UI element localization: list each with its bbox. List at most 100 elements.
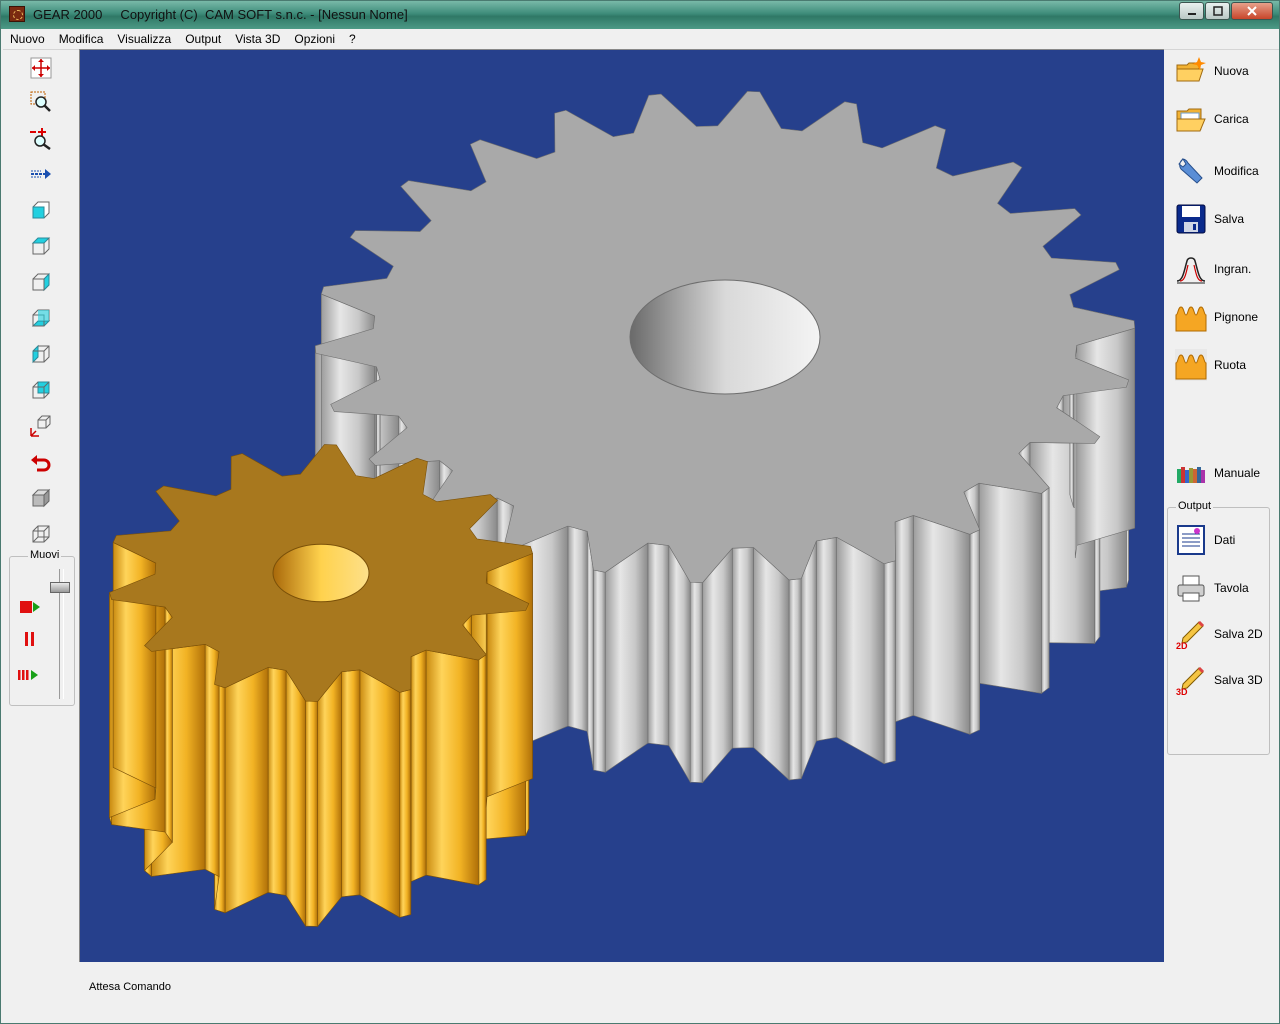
view-back-button[interactable]	[29, 378, 53, 402]
modifica-button[interactable]: Modifica	[1174, 151, 1274, 191]
svg-text:3D: 3D	[1176, 687, 1188, 696]
gear-side-face	[668, 544, 691, 784]
maximize-icon	[1212, 6, 1223, 16]
gear-side-face	[978, 482, 1042, 694]
wheel-icon	[1175, 349, 1207, 381]
gear-side-face	[317, 670, 342, 928]
ruota-label: Ruota	[1214, 358, 1247, 372]
zoom-window-button[interactable]	[29, 90, 53, 114]
menu-nuovo[interactable]: Nuovo	[3, 29, 52, 49]
view-iso-axes-icon	[30, 415, 51, 437]
view-front-button[interactable]	[29, 198, 53, 222]
gear-side-face	[788, 578, 802, 781]
salva-2d-button[interactable]: 2D Salva 2D	[1174, 614, 1274, 654]
pignone-button[interactable]: Pignone	[1174, 297, 1274, 337]
salva-2d-label: Salva 2D	[1214, 627, 1263, 641]
rotate-back-button[interactable]	[29, 450, 53, 474]
speed-slider-thumb[interactable]	[50, 582, 70, 593]
gear-side-face	[593, 569, 606, 773]
fast-forward-button[interactable]	[16, 663, 40, 687]
gear-side-face	[816, 536, 837, 742]
nuova-label: Nuova	[1214, 64, 1249, 78]
play-icon	[20, 601, 40, 613]
tavola-label: Tavola	[1214, 581, 1249, 595]
pan-button[interactable]	[29, 56, 53, 80]
view-right-button[interactable]	[29, 270, 53, 294]
gear-side-face	[285, 669, 306, 928]
app-gear-icon[interactable]	[9, 6, 25, 22]
gear-side-face	[836, 536, 885, 765]
menu-vista-3d[interactable]: Vista 3D	[228, 29, 287, 49]
gear-side-face	[702, 547, 733, 784]
view-back-icon	[32, 381, 50, 399]
gear-side-face	[267, 667, 287, 896]
gear-side-face	[883, 560, 896, 765]
gear-side-face	[425, 649, 479, 886]
menu-output[interactable]: Output	[178, 29, 228, 49]
wireframe-cube-button[interactable]	[29, 522, 53, 546]
salva-3d-label: Salva 3D	[1214, 673, 1263, 687]
shaded-cube-button[interactable]	[29, 486, 53, 510]
view-bottom-button[interactable]	[29, 306, 53, 330]
pan-icon	[30, 57, 52, 79]
gear-side-face	[341, 669, 361, 898]
view-right-icon	[32, 272, 50, 292]
minimize-icon	[1187, 13, 1196, 15]
zoom-in-out-icon	[30, 128, 51, 150]
dati-button[interactable]: Dati	[1174, 520, 1274, 560]
status-text: Attesa Comando	[89, 981, 171, 993]
close-button[interactable]	[1231, 2, 1273, 20]
rotate-back-icon	[31, 455, 51, 472]
ingran-button[interactable]: Ingran.	[1174, 249, 1274, 289]
nuova-button[interactable]: Nuova	[1174, 51, 1274, 91]
gear-side-face	[359, 669, 401, 918]
tooth-profile-icon	[1176, 257, 1206, 284]
view-iso-axes-button[interactable]	[29, 414, 53, 438]
floppy-disk-icon	[1176, 204, 1206, 234]
maximize-button[interactable]	[1205, 2, 1230, 20]
printer-icon	[1177, 575, 1205, 602]
title-bar[interactable]: GEAR 2000 Copyright (C) CAM SOFT s.n.c. …	[1, 1, 1279, 29]
carica-button[interactable]: Carica	[1174, 99, 1274, 139]
menu-help[interactable]: ?	[342, 29, 363, 49]
gear-side-face	[753, 546, 790, 781]
pause-button[interactable]	[18, 627, 42, 651]
tavola-button[interactable]: Tavola	[1174, 568, 1274, 608]
menu-opzioni[interactable]: Opzioni	[287, 29, 342, 49]
view-front-icon	[32, 201, 50, 219]
manuale-button[interactable]: Manuale	[1174, 453, 1274, 493]
shaded-cube-icon	[31, 488, 51, 508]
view-top-button[interactable]	[29, 234, 53, 258]
fast-forward-icon	[18, 670, 38, 680]
output-group: Output Dati Tavola 2D Salva 2D 3D Salva …	[1167, 500, 1270, 755]
muovi-label: Muovi	[28, 549, 62, 561]
close-icon	[1247, 6, 1257, 16]
gear-side-face	[913, 515, 971, 735]
gear-side-face	[567, 525, 588, 732]
books-icon	[1177, 467, 1205, 483]
dati-label: Dati	[1214, 533, 1236, 547]
salva-button[interactable]: Salva	[1174, 199, 1274, 239]
menu-bar: Nuovo Modifica Visualizza Output Vista 3…	[3, 29, 1279, 50]
gear-side-face	[477, 654, 487, 886]
salva-3d-button[interactable]: 3D Salva 3D	[1174, 660, 1274, 700]
3d-viewport[interactable]	[79, 49, 1164, 962]
view-left-button[interactable]	[29, 342, 53, 366]
minimize-button[interactable]	[1179, 2, 1204, 20]
gear-side-face	[586, 531, 594, 771]
gear-side-face	[894, 515, 914, 723]
play-button[interactable]	[18, 595, 42, 619]
gear-pinion-small[interactable]	[109, 444, 533, 928]
ruota-button[interactable]: Ruota	[1174, 345, 1274, 385]
wireframe-cube-icon	[32, 525, 50, 543]
gear-side-face	[604, 542, 649, 773]
output-label: Output	[1176, 500, 1214, 512]
ingran-label: Ingran.	[1214, 262, 1252, 276]
zoom-in-out-button[interactable]	[29, 126, 53, 150]
menu-visualizza[interactable]: Visualizza	[110, 29, 178, 49]
modifica-label: Modifica	[1214, 164, 1259, 178]
menu-modifica[interactable]: Modifica	[52, 29, 111, 49]
pause-icon	[25, 632, 34, 646]
window-title: GEAR 2000 Copyright (C) CAM SOFT s.n.c. …	[33, 7, 408, 22]
move-arrow-button[interactable]	[29, 162, 53, 186]
